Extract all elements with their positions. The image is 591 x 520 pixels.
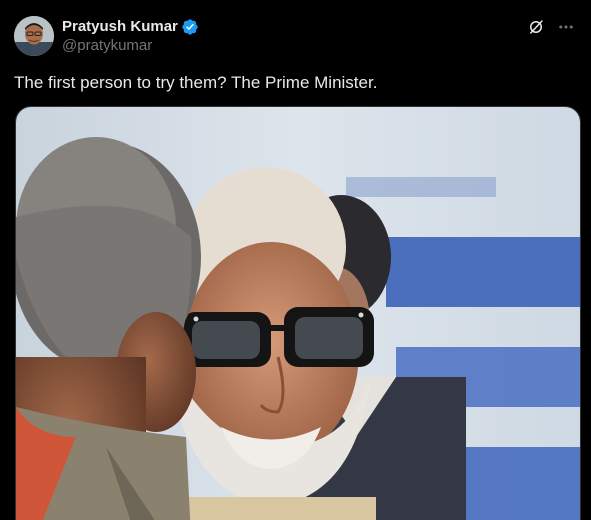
author-handle[interactable]: @pratykumar: [62, 36, 199, 55]
grok-icon[interactable]: [525, 16, 547, 38]
avatar[interactable]: [14, 16, 54, 56]
display-name[interactable]: Pratyush Kumar: [62, 17, 178, 36]
author-block: Pratyush Kumar @pratykumar: [62, 17, 199, 55]
more-horizontal-icon[interactable]: [555, 16, 577, 38]
tweet-text: The first person to try them? The Prime …: [14, 73, 378, 92]
header-actions: [525, 16, 577, 38]
tweet-header: Pratyush Kumar @pratykumar: [14, 14, 577, 58]
verified-badge-icon[interactable]: [181, 18, 199, 36]
avatar-image: [14, 16, 54, 56]
name-row: Pratyush Kumar: [62, 17, 199, 36]
photo-image: [16, 107, 580, 520]
tweet-card[interactable]: Pratyush Kumar @pratykumar The first per…: [0, 0, 591, 520]
tweet-photo[interactable]: [15, 106, 581, 520]
